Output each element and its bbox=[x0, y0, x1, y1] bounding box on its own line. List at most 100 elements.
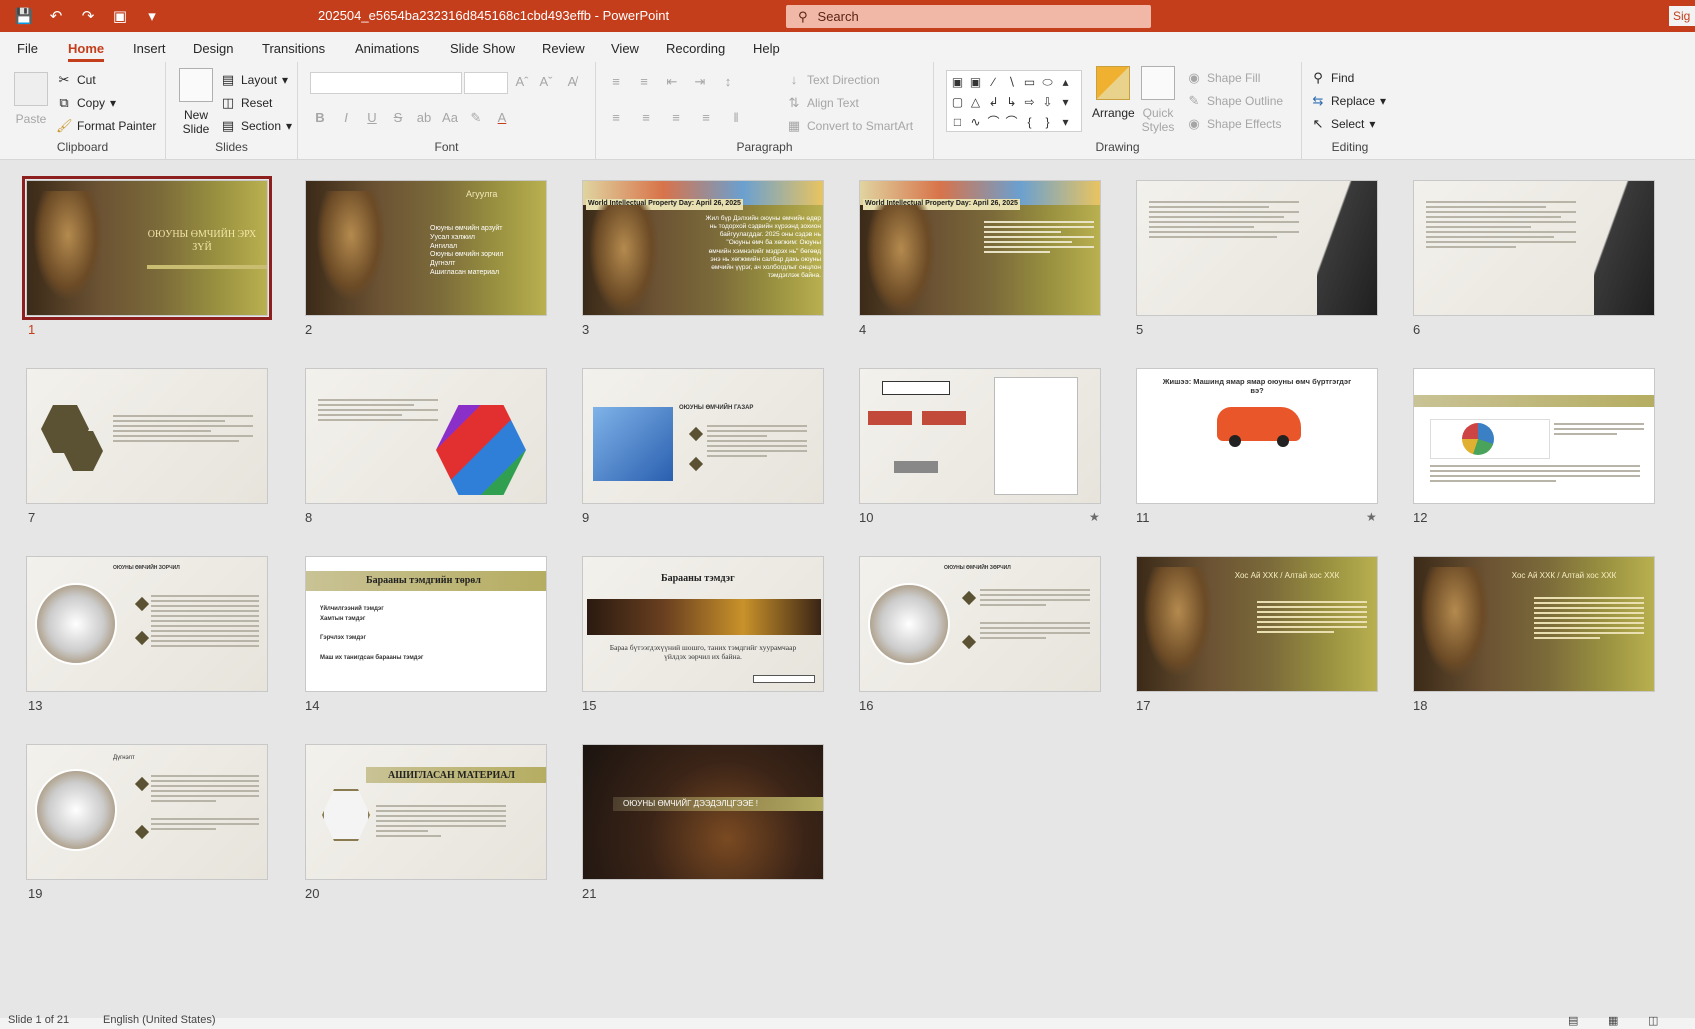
slide-thumbnail-4[interactable]: World Intellectual Property Day: April 2… bbox=[859, 180, 1101, 316]
slide-thumbnail-11[interactable]: Жишээ: Машинд ямар ямар оюуны өмч бүртгэ… bbox=[1136, 368, 1378, 504]
slide-thumbnail-3[interactable]: World Intellectual Property Day: April 2… bbox=[582, 180, 824, 316]
slide-thumbnail-2[interactable]: Агуулга Оюуны өмчийн арзуйт Уусал хэлжил… bbox=[305, 180, 547, 316]
elbow-icon[interactable]: ↲ bbox=[985, 93, 1002, 112]
slide-thumbnail-13[interactable]: ОЮУНЫ ӨМЧИЙН ЗОРЧИЛ bbox=[26, 556, 268, 692]
convert-smartart-button[interactable]: ▦ Convert to SmartArt bbox=[786, 118, 913, 134]
slide-thumbnail-20[interactable]: АШИГЛАСАН МАТЕРИАЛ bbox=[305, 744, 547, 880]
bold-icon[interactable]: B bbox=[312, 110, 328, 126]
slide-thumbnail-16[interactable]: ОЮУНЫ ӨМЧИЙН ЗӨРЧИЛ bbox=[859, 556, 1101, 692]
tab-transitions[interactable]: Transitions bbox=[262, 41, 325, 56]
slide-thumbnail-1[interactable]: ОЮУНЫ ӨМЧИЙН ЭРХ ЗҮЙ bbox=[22, 176, 272, 320]
arrow-right-icon[interactable]: ⇨ bbox=[1021, 93, 1038, 112]
shape-effects-button[interactable]: ◉ Shape Effects bbox=[1186, 116, 1281, 132]
copy-button[interactable]: ⧉ Copy ▾ bbox=[56, 95, 116, 111]
triangle-icon[interactable]: △ bbox=[967, 93, 984, 112]
replace-button[interactable]: ⇆ Replace ▾ bbox=[1310, 93, 1387, 109]
brace-close-icon[interactable]: } bbox=[1039, 113, 1056, 132]
search-input[interactable]: ⚲ Search bbox=[786, 5, 1151, 28]
slide-thumbnail-17[interactable]: Хос Ай ХХК / Алтай хос ХХК bbox=[1136, 556, 1378, 692]
align-text-button[interactable]: ⇅ Align Text bbox=[786, 95, 859, 111]
scroll-down-icon[interactable]: ▾ bbox=[1057, 93, 1074, 112]
slide-thumbnail-7[interactable] bbox=[26, 368, 268, 504]
shrink-font-button[interactable]: Aˇ bbox=[538, 74, 554, 90]
reading-view-icon[interactable]: ◫ bbox=[1648, 1014, 1658, 1027]
language-indicator[interactable]: English (United States) bbox=[103, 1014, 216, 1026]
shape-fill-button[interactable]: ◉ Shape Fill bbox=[1186, 70, 1260, 86]
slide-sorter-view-icon[interactable]: ▦ bbox=[1608, 1014, 1618, 1027]
customize-qat-icon[interactable]: ▾ bbox=[142, 6, 162, 26]
rectangle-shape-icon[interactable]: ▭ bbox=[1021, 73, 1038, 92]
columns-icon[interactable]: ‖ bbox=[728, 110, 744, 126]
callout-icon[interactable]: □ bbox=[949, 113, 966, 132]
font-name-combo[interactable] bbox=[310, 72, 462, 94]
numbering-icon[interactable]: ≡ bbox=[636, 74, 652, 90]
slide-thumbnail-10[interactable] bbox=[859, 368, 1101, 504]
curve-icon[interactable]: ⌒ bbox=[985, 113, 1002, 132]
line-shape-icon[interactable]: ∕ bbox=[985, 73, 1002, 92]
tab-home[interactable]: Home bbox=[68, 41, 105, 62]
align-left-icon[interactable]: ≡ bbox=[608, 110, 624, 126]
tab-insert[interactable]: Insert bbox=[133, 41, 166, 56]
decrease-indent-icon[interactable]: ⇤ bbox=[664, 74, 680, 90]
select-button[interactable]: ↖ Select ▾ bbox=[1310, 116, 1376, 132]
tab-design[interactable]: Design bbox=[193, 41, 233, 56]
italic-icon[interactable]: I bbox=[338, 110, 354, 126]
slide-thumbnail-19[interactable]: Дүгнэлт bbox=[26, 744, 268, 880]
bullets-icon[interactable]: ≡ bbox=[608, 74, 624, 90]
clear-format-button[interactable]: A̸ bbox=[564, 74, 580, 90]
undo-icon[interactable]: ↶ bbox=[46, 6, 66, 26]
format-painter-button[interactable]: 🖌 Format Painter bbox=[56, 118, 156, 134]
tab-recording[interactable]: Recording bbox=[666, 41, 725, 56]
tab-file[interactable]: File bbox=[17, 41, 38, 56]
present-icon[interactable]: ▣ bbox=[110, 6, 130, 26]
normal-view-icon[interactable]: ▤ bbox=[1568, 1014, 1578, 1027]
arc-icon[interactable]: ⌒ bbox=[1003, 113, 1020, 132]
redo-icon[interactable]: ↷ bbox=[78, 6, 98, 26]
shape-outline-button[interactable]: ✎ Shape Outline bbox=[1186, 93, 1284, 109]
connector-icon[interactable]: ↳ bbox=[1003, 93, 1020, 112]
new-slide-button[interactable]: New Slide bbox=[178, 68, 214, 137]
slide-thumbnail-14[interactable]: Барааны тэмдгийн төрөл Үйлчилгээний тэмд… bbox=[305, 556, 547, 692]
increase-indent-icon[interactable]: ⇥ bbox=[692, 74, 708, 90]
slide-thumbnail-9[interactable]: ОЮУНЫ ӨМЧИЙН ГАЗАР bbox=[582, 368, 824, 504]
reset-button[interactable]: ◫ Reset bbox=[220, 95, 273, 111]
section-button[interactable]: ▤ Section ▾ bbox=[220, 118, 292, 134]
save-icon[interactable]: 💾 bbox=[14, 6, 34, 26]
spacing-icon[interactable]: ab bbox=[416, 110, 432, 126]
font-color-icon[interactable]: A bbox=[494, 110, 510, 126]
slide-thumbnail-8[interactable] bbox=[305, 368, 547, 504]
slide-thumbnail-6[interactable] bbox=[1413, 180, 1655, 316]
slide-thumbnail-5[interactable] bbox=[1136, 180, 1378, 316]
tab-view[interactable]: View bbox=[611, 41, 639, 56]
grow-font-button[interactable]: Aˆ bbox=[514, 74, 530, 90]
paste-button[interactable]: Paste bbox=[14, 72, 48, 126]
align-center-icon[interactable]: ≡ bbox=[638, 110, 654, 126]
arrange-button[interactable]: Arrange bbox=[1092, 66, 1135, 120]
font-size-combo[interactable] bbox=[464, 72, 508, 94]
oval-shape-icon[interactable]: ⬭ bbox=[1039, 73, 1056, 92]
rounded-rect-icon[interactable]: ▢ bbox=[949, 93, 966, 112]
quick-styles-button[interactable]: Quick Styles bbox=[1140, 66, 1176, 135]
tab-help[interactable]: Help bbox=[753, 41, 780, 56]
align-right-icon[interactable]: ≡ bbox=[668, 110, 684, 126]
cut-button[interactable]: ✂ Cut bbox=[56, 72, 96, 88]
shapes-gallery[interactable]: ▣ ▣ ∕ ∖ ▭ ⬭ ▴ ▢ △ ↲ ↳ ⇨ ⇩ ▾ □ ∿ ⌒ ⌒{} ▾ bbox=[946, 70, 1082, 132]
underline-icon[interactable]: U bbox=[364, 110, 380, 126]
more-shapes-icon[interactable]: ▾ bbox=[1057, 113, 1074, 132]
tab-slide-show[interactable]: Slide Show bbox=[450, 41, 515, 56]
arrow-down-icon[interactable]: ⇩ bbox=[1039, 93, 1056, 112]
change-case-icon[interactable]: Aa bbox=[442, 110, 458, 126]
highlight-icon[interactable]: ✎ bbox=[468, 110, 484, 126]
line-shape-icon[interactable]: ∖ bbox=[1003, 73, 1020, 92]
slide-thumbnail-15[interactable]: Барааны тэмдэг Бараа бүтээгдэхүүний шошг… bbox=[582, 556, 824, 692]
sign-in-button[interactable]: Sig bbox=[1669, 6, 1695, 26]
text-direction-button[interactable]: ↓ Text Direction bbox=[786, 72, 880, 88]
justify-icon[interactable]: ≡ bbox=[698, 110, 714, 126]
scroll-up-icon[interactable]: ▴ bbox=[1057, 73, 1074, 92]
slide-thumbnail-21[interactable]: ОЮУНЫ ӨМЧИЙГ ДЭЭДЭЛЦГЭЭЕ ! bbox=[582, 744, 824, 880]
textbox-shape-icon[interactable]: ▣ bbox=[949, 73, 966, 92]
line-spacing-icon[interactable]: ↕ bbox=[720, 74, 736, 90]
strikethrough-icon[interactable]: S bbox=[390, 110, 406, 126]
brace-icon[interactable]: { bbox=[1021, 113, 1038, 132]
slide-thumbnail-12[interactable] bbox=[1413, 368, 1655, 504]
